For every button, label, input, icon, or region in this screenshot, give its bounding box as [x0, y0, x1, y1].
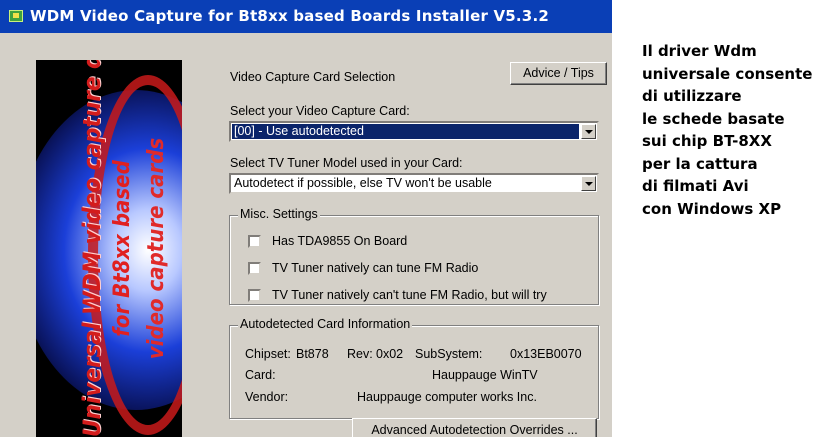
section-title: Video Capture Card Selection — [230, 70, 396, 84]
advanced-overrides-button[interactable]: Advanced Autodetection Overrides ... — [352, 418, 597, 437]
caption-line: le schede basate — [642, 109, 785, 128]
caption-line: con Windows XP — [642, 199, 782, 218]
banner-line-1: Universal WDM video capture driver — [78, 60, 106, 437]
dropdown-arrow-icon[interactable] — [581, 176, 596, 191]
tuner-value: Autodetect if possible, else TV won't be… — [234, 176, 492, 190]
chipset-value: Bt878 — [296, 347, 329, 361]
subsystem-label: SubSystem: — [415, 347, 483, 361]
tda9855-checkbox[interactable] — [248, 235, 261, 248]
subsystem-value: 0x13EB0070 — [510, 347, 582, 361]
fm-try-checkbox[interactable] — [248, 289, 261, 302]
card-label: Card: — [245, 368, 276, 382]
autodetected-info-legend: Autodetected Card Information — [238, 317, 413, 331]
vendor-value: Hauppauge computer works Inc. — [357, 390, 537, 404]
fm-try-label: TV Tuner natively can't tune FM Radio, b… — [272, 288, 547, 302]
card-value: Hauppauge WinTV — [432, 368, 538, 382]
app-icon — [9, 10, 23, 22]
installer-window: WDM Video Capture for Bt8xx based Boards… — [0, 0, 612, 437]
tda9855-label: Has TDA9855 On Board — [272, 234, 408, 248]
article-caption: Il driver Wdm universale consente di uti… — [642, 40, 832, 220]
tuner-select[interactable]: Autodetect if possible, else TV won't be… — [229, 173, 599, 194]
caption-line: Il driver Wdm — [642, 42, 757, 60]
caption-line: per la cattura — [642, 154, 758, 173]
vendor-label: Vendor: — [245, 390, 289, 404]
caption-line: di filmati Avi — [642, 177, 749, 195]
capture-card-value: [00] - Use autodetected — [232, 124, 579, 139]
fm-native-label: TV Tuner natively can tune FM Radio — [272, 261, 479, 275]
caption-line: sui chip BT-8XX — [642, 132, 772, 150]
fm-native-checkbox[interactable] — [248, 262, 261, 275]
caption-line: universale consente — [642, 64, 813, 83]
capture-card-select[interactable]: [00] - Use autodetected — [229, 121, 599, 142]
tuner-label: Select TV Tuner Model used in your Card: — [230, 156, 463, 170]
chipset-label: Chipset: — [245, 347, 291, 361]
banner-line-3: video capture cards — [144, 137, 169, 360]
banner-line-2: for Bt8xx based — [110, 160, 135, 337]
rev-value: 0x02 — [376, 347, 404, 361]
rev-label: Rev: — [347, 347, 373, 361]
caption-line: di utilizzare — [642, 87, 742, 105]
advice-tips-button[interactable]: Advice / Tips — [510, 62, 607, 85]
autodetected-info-group: Autodetected Card Information — [229, 317, 599, 419]
dropdown-arrow-icon[interactable] — [581, 124, 596, 139]
misc-settings-legend: Misc. Settings — [238, 207, 320, 221]
window-title: WDM Video Capture for Bt8xx based Boards… — [30, 7, 549, 25]
title-bar[interactable]: WDM Video Capture for Bt8xx based Boards… — [0, 0, 612, 33]
product-banner-image: Universal WDM video capture driver for B… — [36, 60, 182, 437]
capture-card-label: Select your Video Capture Card: — [230, 104, 410, 118]
